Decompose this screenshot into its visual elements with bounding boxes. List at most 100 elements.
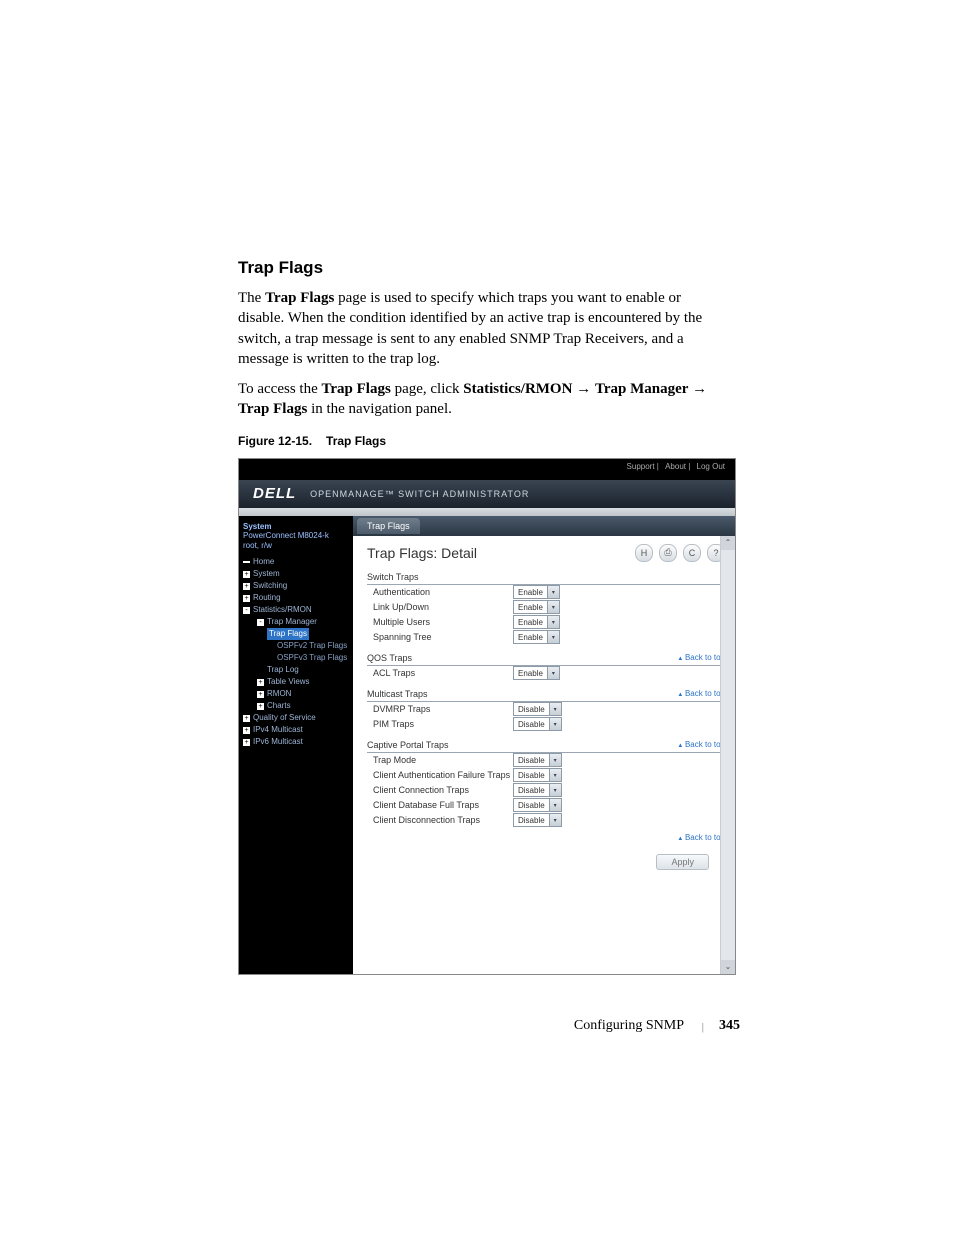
back-to-top-link[interactable]: Back to top xyxy=(367,832,725,842)
tree-item[interactable]: +IPv4 Multicast xyxy=(243,724,351,736)
expand-icon[interactable]: + xyxy=(243,583,250,590)
paragraph-1: The Trap Flags page is used to specify w… xyxy=(238,288,730,369)
tree-header: System PowerConnect M8024-k root, r/w xyxy=(243,522,351,551)
scroll-up-icon[interactable]: ⌃ xyxy=(721,536,735,550)
setting-label: Trap Mode xyxy=(367,755,513,765)
setting-row: Link Up/DownEnable▾ xyxy=(367,600,725,615)
tree-item[interactable]: Trap Log xyxy=(243,664,351,676)
header-links: Support | About | Log Out xyxy=(239,459,735,480)
refresh-icon[interactable]: C xyxy=(683,544,701,562)
chevron-down-icon: ▾ xyxy=(547,616,559,628)
print-icon[interactable]: ⎙ xyxy=(659,544,677,562)
chevron-down-icon: ▾ xyxy=(547,601,559,613)
scrollbar[interactable]: ⌃ ⌄ xyxy=(720,536,735,974)
footer-page-number: 345 xyxy=(719,1018,740,1034)
support-link[interactable]: Support xyxy=(627,462,655,471)
figure-caption: Figure 12-15.Trap Flags xyxy=(238,434,730,448)
section-header: QOS TrapsBack to top xyxy=(367,651,725,666)
back-to-top-link[interactable]: Back to top xyxy=(677,740,725,750)
tree-item[interactable]: +Quality of Service xyxy=(243,712,351,724)
section-header: Captive Portal TrapsBack to top xyxy=(367,738,725,753)
screenshot: Support | About | Log Out DELL OPENMANAG… xyxy=(238,458,736,975)
expand-icon[interactable]: + xyxy=(243,595,250,602)
tree-item[interactable]: +Switching xyxy=(243,580,351,592)
setting-label: Link Up/Down xyxy=(367,602,513,612)
chevron-down-icon: ▾ xyxy=(549,718,561,730)
logout-link[interactable]: Log Out xyxy=(697,462,725,471)
setting-row: Trap ModeDisable▾ xyxy=(367,753,725,768)
text: page, click xyxy=(391,381,463,397)
expand-icon[interactable]: + xyxy=(243,571,250,578)
footer-divider: | xyxy=(702,1021,704,1033)
apply-button[interactable]: Apply xyxy=(656,854,709,870)
tree-item[interactable]: +Charts xyxy=(243,700,351,712)
chevron-down-icon: ▾ xyxy=(549,784,561,796)
tree-item[interactable]: +RMON xyxy=(243,688,351,700)
setting-label: Client Disconnection Traps xyxy=(367,815,513,825)
tree-item[interactable]: +Routing xyxy=(243,592,351,604)
text-bold: Trap Flags xyxy=(322,381,391,397)
tree-title: System xyxy=(243,522,351,532)
setting-select[interactable]: Disable▾ xyxy=(513,783,562,797)
about-link[interactable]: About xyxy=(665,462,686,471)
tree-item[interactable]: +System xyxy=(243,568,351,580)
text-bold: Statistics/RMON xyxy=(463,381,572,397)
content-pane: Trap Flags ⌃ ⌄ Trap Flags: Detail H ⎙ xyxy=(353,516,735,974)
setting-select[interactable]: Disable▾ xyxy=(513,813,562,827)
tab-row: Trap Flags xyxy=(353,516,735,536)
setting-select[interactable]: Enable▾ xyxy=(513,585,560,599)
setting-label: Authentication xyxy=(367,587,513,597)
setting-select[interactable]: Disable▾ xyxy=(513,702,562,716)
expand-icon[interactable]: + xyxy=(257,691,264,698)
setting-select[interactable]: Enable▾ xyxy=(513,666,560,680)
setting-select[interactable]: Enable▾ xyxy=(513,600,560,614)
tree-item[interactable]: Home xyxy=(243,556,351,568)
setting-row: PIM TrapsDisable▾ xyxy=(367,717,725,732)
setting-select[interactable]: Enable▾ xyxy=(513,615,560,629)
expand-icon[interactable]: + xyxy=(257,679,264,686)
setting-row: Client Connection TrapsDisable▾ xyxy=(367,783,725,798)
text: in the navigation panel. xyxy=(307,401,452,417)
back-to-top-link[interactable]: Back to top xyxy=(677,689,725,699)
setting-select[interactable]: Disable▾ xyxy=(513,768,562,782)
setting-label: Client Authentication Failure Traps xyxy=(367,770,513,780)
expand-icon[interactable]: + xyxy=(243,739,250,746)
tree-item[interactable]: -Trap Manager xyxy=(243,616,351,628)
expand-icon[interactable]: + xyxy=(257,703,264,710)
figure-title: Trap Flags xyxy=(326,434,386,448)
tree-item[interactable]: OSPFv3 Trap Flags xyxy=(243,652,351,664)
chevron-down-icon: ▾ xyxy=(549,769,561,781)
tree-item[interactable]: -Statistics/RMON xyxy=(243,604,351,616)
tree-item[interactable]: Trap Flags xyxy=(243,628,351,640)
text-bold: Trap Flags xyxy=(265,290,334,306)
back-to-top-link[interactable]: Back to top xyxy=(677,653,725,663)
tree-item[interactable]: +IPv6 Multicast xyxy=(243,736,351,748)
setting-select[interactable]: Disable▾ xyxy=(513,717,562,731)
dell-logo: DELL xyxy=(253,485,296,502)
tree-item[interactable]: OSPFv2 Trap Flags xyxy=(243,640,351,652)
chevron-down-icon: ▾ xyxy=(547,586,559,598)
expand-icon[interactable]: + xyxy=(243,715,250,722)
setting-label: DVMRP Traps xyxy=(367,704,513,714)
expand-icon[interactable]: - xyxy=(257,619,264,626)
setting-select[interactable]: Disable▾ xyxy=(513,798,562,812)
expand-icon[interactable]: - xyxy=(243,607,250,614)
setting-row: Client Authentication Failure TrapsDisab… xyxy=(367,768,725,783)
setting-select[interactable]: Enable▾ xyxy=(513,630,560,644)
tree-item[interactable]: +Table Views xyxy=(243,676,351,688)
setting-select[interactable]: Disable▾ xyxy=(513,753,562,767)
section-header: Switch Traps xyxy=(367,570,725,585)
tab-trap-flags[interactable]: Trap Flags xyxy=(357,518,420,534)
setting-row: Client Disconnection TrapsDisable▾ xyxy=(367,813,725,828)
section-header: Multicast TrapsBack to top xyxy=(367,687,725,702)
divider xyxy=(239,508,735,516)
text: The xyxy=(238,290,265,306)
tree-device: PowerConnect M8024-k xyxy=(243,531,351,541)
setting-row: Multiple UsersEnable▾ xyxy=(367,615,725,630)
save-icon[interactable]: H xyxy=(635,544,653,562)
setting-row: ACL TrapsEnable▾ xyxy=(367,666,725,681)
scroll-down-icon[interactable]: ⌄ xyxy=(721,960,735,974)
setting-row: Spanning TreeEnable▾ xyxy=(367,630,725,645)
expand-icon[interactable]: + xyxy=(243,727,250,734)
tree-user: root, r/w xyxy=(243,541,351,551)
